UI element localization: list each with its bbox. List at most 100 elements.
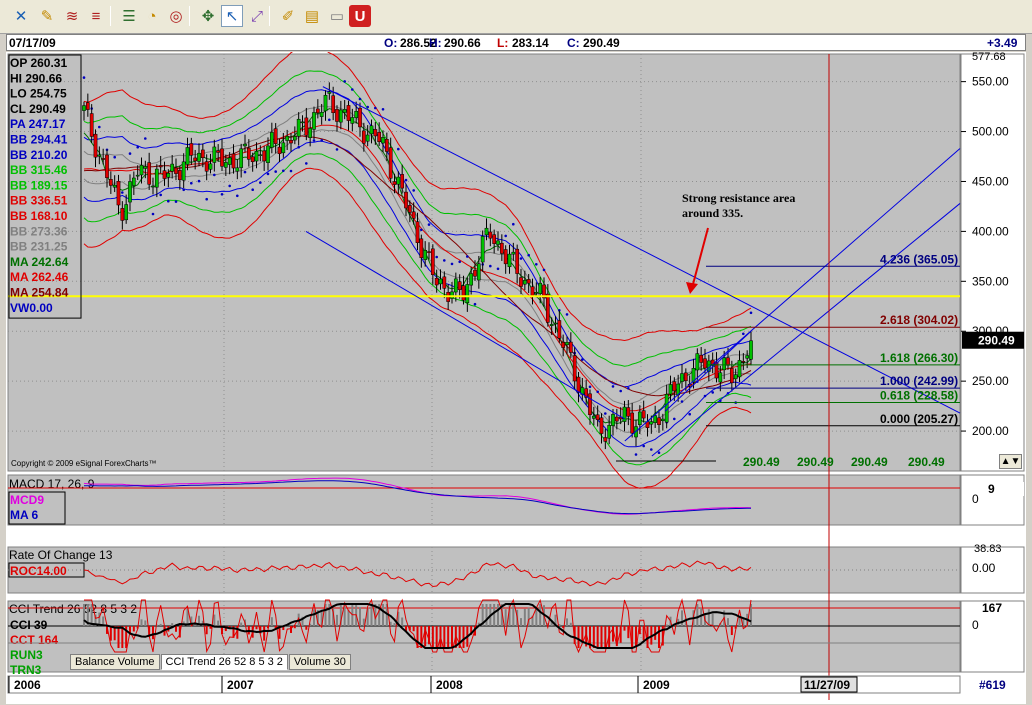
expand-panel-icon[interactable]: ▲▼ (999, 454, 1022, 469)
candle-body (361, 130, 366, 144)
candle-body (312, 112, 316, 130)
candle-body (250, 156, 255, 162)
sar-dot (435, 255, 439, 259)
sar-dot (343, 80, 347, 83)
candle-body (703, 358, 707, 369)
sar-dot (174, 200, 178, 203)
candle-body (476, 263, 481, 281)
fib-lines-icon[interactable]: ≋ (61, 5, 83, 27)
bottom-value-label: 290.49 (908, 455, 945, 469)
sar-dot (519, 257, 523, 260)
sar-dot (596, 390, 599, 394)
sar-dot (381, 108, 385, 111)
sar-dot (542, 268, 546, 272)
candle-body (388, 147, 393, 179)
speech-bubble-icon[interactable]: ▭ (326, 5, 348, 27)
target-icon[interactable]: ◎ (165, 5, 187, 27)
candle-body (189, 143, 194, 156)
note-icon[interactable]: ▤ (301, 5, 323, 27)
roc-legend-item: ROC14.00 (10, 564, 67, 578)
candle-body (335, 109, 339, 122)
candle-body (680, 373, 684, 382)
close-value: 290.49 (583, 36, 620, 50)
tab-volume-30[interactable]: Volume 30 (288, 654, 351, 670)
toolbar: ✕ ✎ ≋ ≡ ☰ ◔ ◎ ✥ ↖ ⤢ ✐ ▤ ▭ U (0, 0, 1032, 34)
candle-body (124, 204, 129, 221)
sar-dot (535, 263, 538, 266)
candle-body (549, 324, 554, 326)
candle-body (515, 248, 520, 274)
price-axis-label: 250.00 (972, 374, 1009, 388)
chart-window[interactable]: 4.236 (365.05) 2.618 (304.02) 1.618 (266.3… (6, 52, 1026, 704)
change-value: +3.49 (987, 36, 1018, 50)
clock-icon[interactable]: ◔ (141, 5, 163, 27)
fib-label: 0.618 (228.58) (880, 389, 958, 403)
candle-body (568, 341, 573, 353)
cursor-date-label: 11/27/09 (804, 678, 850, 692)
last-price-label: 290.49 (978, 334, 1015, 348)
candle-body (530, 286, 535, 297)
candle-body (415, 221, 420, 243)
candle-body (457, 281, 462, 290)
zoom-cursor-icon[interactable]: ⤢ (246, 5, 268, 27)
candle-body (342, 109, 347, 113)
candle-body (177, 170, 182, 181)
sar-dot (266, 172, 270, 176)
cci-legend-item: TRN3 (10, 663, 42, 677)
cursor-icon[interactable]: ↖ (221, 5, 243, 27)
sar-dot (282, 169, 285, 173)
candle-body (227, 157, 232, 165)
candle-body (565, 342, 569, 346)
horizontal-lines-icon[interactable]: ≡ (85, 5, 107, 27)
candle-body (384, 139, 389, 152)
legend-item: BB 294.41 (10, 133, 68, 147)
candle-body (741, 361, 746, 363)
toolbar-separator (110, 6, 111, 26)
sar-dot (205, 197, 208, 201)
roc-axis-top: 38.83 (974, 543, 1002, 555)
tab-balance-volume[interactable]: Balance Volume (70, 654, 160, 670)
candle-body (185, 147, 190, 165)
properties-icon[interactable]: ☰ (118, 5, 140, 27)
candle-body (154, 168, 159, 188)
candle-body (588, 393, 592, 415)
candle-body (657, 417, 661, 425)
candle-body (308, 128, 313, 138)
chart-canvas[interactable]: 4.236 (365.05) 2.618 (304.02) 1.618 (266.3… (6, 52, 1026, 704)
candle-body (626, 407, 631, 417)
fib-label: 4.236 (365.05) (880, 252, 958, 266)
crosshair-icon[interactable]: ✕ (10, 5, 32, 27)
open-label: O: (384, 36, 398, 50)
sar-dot (374, 106, 377, 110)
sar-dot (473, 302, 477, 306)
fib-label: 2.618 (304.02) (880, 313, 958, 327)
candle-body (480, 236, 485, 263)
sar-dot (588, 385, 592, 389)
legend-item: BB 231.25 (10, 240, 68, 254)
candle-body (499, 242, 504, 254)
sar-dot (259, 181, 262, 184)
candle-body (672, 381, 677, 392)
candle-body (143, 166, 148, 169)
sar-dot (305, 162, 308, 165)
legend-item: CL 290.49 (10, 102, 66, 116)
candle-body (277, 146, 282, 154)
sar-dot (98, 125, 101, 129)
sar-dot (144, 137, 147, 140)
sar-dot (190, 181, 193, 185)
candle-body (641, 410, 646, 419)
candle-body (404, 191, 408, 209)
candle-body (496, 240, 500, 245)
candle-body (603, 437, 608, 442)
magnet-icon[interactable]: U (349, 5, 371, 27)
candle-body (200, 149, 205, 158)
pencil-icon[interactable]: ✎ (36, 5, 58, 27)
candle-body (400, 174, 405, 189)
toolbar-separator (189, 6, 190, 26)
highlighter-icon[interactable]: ✐ (277, 5, 299, 27)
candle-body (430, 248, 435, 275)
move-icon[interactable]: ✥ (197, 5, 219, 27)
candle-body (292, 136, 297, 141)
tab-cci-trend-26-52-8-5-3-2[interactable]: CCI Trend 26 52 8 5 3 2 (160, 654, 288, 670)
legend-item: BB 168.10 (10, 209, 68, 223)
